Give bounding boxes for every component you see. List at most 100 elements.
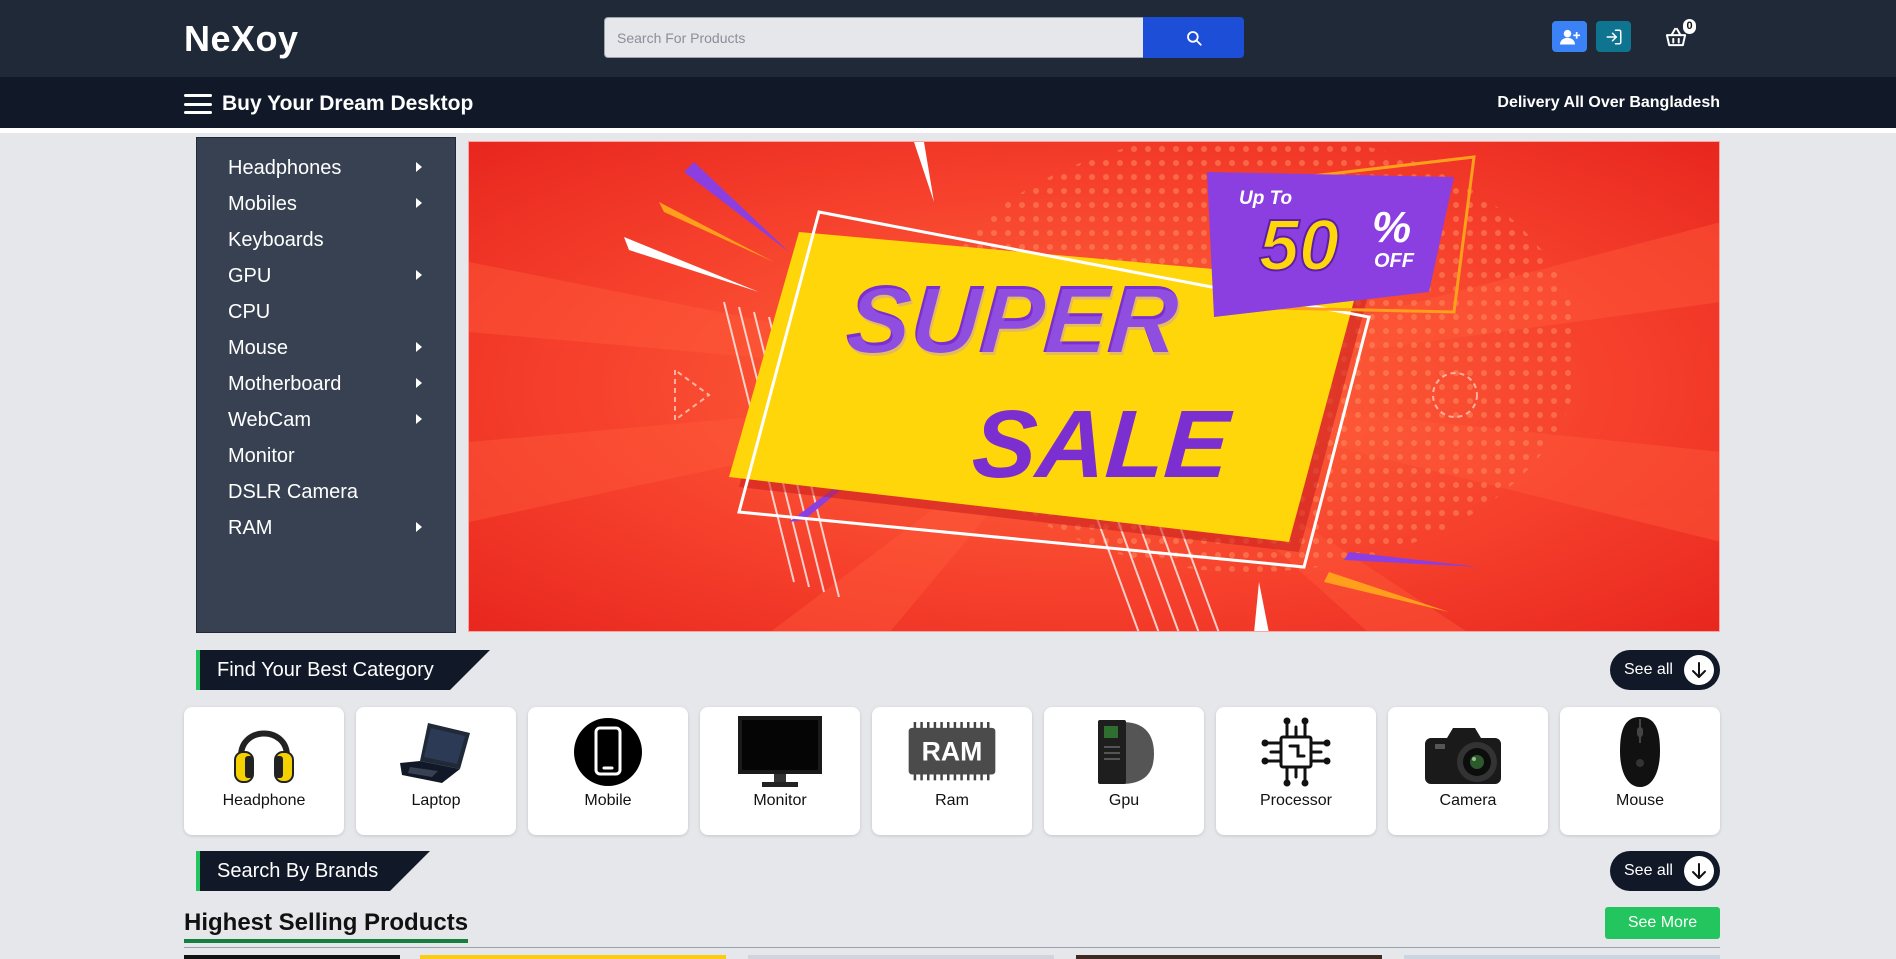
category-label: Processor: [1259, 792, 1333, 809]
banner-line2: SALE: [969, 391, 1235, 498]
sidebar-item-label: Mobiles: [228, 192, 297, 215]
sidebar-item-label: Keyboards: [228, 228, 324, 251]
sidebar-item-ram[interactable]: RAM: [197, 510, 455, 546]
caret-right-icon: [416, 414, 422, 424]
category-label: Laptop: [411, 792, 461, 809]
see-all-label: See all: [1624, 862, 1673, 879]
sidebar-item-label: GPU: [228, 264, 272, 287]
sidebar-item-keyboards[interactable]: Keyboards: [197, 222, 455, 258]
user-plus-icon: [1559, 29, 1580, 44]
category-label: Camera: [1439, 792, 1497, 809]
product-card-peek: [748, 955, 1054, 959]
category-label: Mouse: [1615, 792, 1665, 809]
sidebar-item-monitor[interactable]: Monitor: [197, 438, 455, 474]
promo-banner[interactable]: SUPER SUPER SALE Up To 50 % OFF: [468, 141, 1720, 632]
sidebar-item-label: DSLR Camera: [228, 480, 359, 503]
sidebar-item-motherboard[interactable]: Motherboard: [197, 366, 455, 402]
login-icon: [1606, 29, 1621, 44]
category-card-mouse[interactable]: Mouse: [1560, 707, 1720, 835]
product-card-peek: [1076, 955, 1382, 959]
search-icon: [1186, 30, 1202, 46]
monitor-icon: [735, 714, 825, 790]
search-bar: [604, 17, 1244, 58]
sidebar-item-headphones[interactable]: Headphones: [197, 150, 455, 186]
gpu-icon: [1079, 714, 1169, 790]
category-card-mobile[interactable]: Mobile: [528, 707, 688, 835]
product-card-peek: [184, 955, 400, 959]
brands-section-header: Search By Brands: [196, 851, 430, 891]
sidebar-item-label: Motherboard: [228, 372, 342, 395]
navbar-title: Buy Your Dream Desktop: [222, 92, 474, 115]
cart-button[interactable]: 0: [1658, 19, 1696, 52]
caret-right-icon: [416, 522, 422, 532]
see-more-button[interactable]: See More: [1605, 907, 1720, 939]
brands-see-all-button[interactable]: See all: [1610, 851, 1720, 891]
sidebar-item-label: CPU: [228, 300, 271, 323]
cart-count-badge: 0: [1683, 19, 1696, 34]
search-input[interactable]: [604, 17, 1143, 58]
svg-text:SUPER: SUPER: [845, 269, 1183, 376]
category-card-gpu[interactable]: Gpu: [1044, 707, 1204, 835]
ram-icon-text: RAM: [922, 736, 983, 766]
sidebar-item-label: Mouse: [228, 336, 289, 359]
sidebar-item-cpu[interactable]: CPU: [197, 294, 455, 330]
sidebar-item-label: Monitor: [228, 444, 295, 467]
category-label: Mobile: [584, 792, 632, 809]
brands-section-title: Search By Brands: [196, 851, 430, 891]
category-label: Monitor: [753, 792, 807, 809]
header-actions: 0: [1552, 19, 1696, 52]
sidebar-item-dslr-camera[interactable]: DSLR Camera: [197, 474, 455, 510]
category-label: Gpu: [1108, 792, 1140, 809]
category-section-title: Find Your Best Category: [196, 650, 490, 690]
top-header: NeXoy 0: [0, 0, 1896, 77]
badge-off: OFF: [1374, 250, 1415, 272]
section-divider: [184, 947, 1720, 948]
category-navbar: Buy Your Dream Desktop Delivery All Over…: [0, 77, 1896, 133]
register-button[interactable]: [1552, 21, 1587, 52]
category-label: Headphone: [222, 792, 306, 809]
category-sidebar: Headphones Mobiles Keyboards GPU CPU Mou…: [196, 137, 456, 633]
sidebar-item-mouse[interactable]: Mouse: [197, 330, 455, 366]
category-card-ram[interactable]: RAM Ram: [872, 707, 1032, 835]
product-card-peek: [1404, 955, 1720, 959]
arrow-down-icon: [1684, 655, 1714, 685]
sidebar-item-webcam[interactable]: WebCam: [197, 402, 455, 438]
badge-percent-sign: %: [1372, 203, 1411, 252]
login-button[interactable]: [1596, 21, 1631, 52]
see-all-label: See all: [1624, 661, 1673, 678]
laptop-icon: [391, 714, 481, 790]
sidebar-item-label: Headphones: [228, 156, 342, 179]
search-button[interactable]: [1143, 17, 1244, 58]
category-card-processor[interactable]: Processor: [1216, 707, 1376, 835]
mouse-icon: [1595, 714, 1685, 790]
sidebar-item-label: RAM: [228, 516, 273, 539]
caret-right-icon: [416, 198, 422, 208]
mobile-icon: [563, 714, 653, 790]
caret-right-icon: [416, 342, 422, 352]
category-card-headphone[interactable]: Headphone: [184, 707, 344, 835]
caret-right-icon: [416, 270, 422, 280]
category-card-laptop[interactable]: Laptop: [356, 707, 516, 835]
category-card-camera[interactable]: Camera: [1388, 707, 1548, 835]
processor-icon: [1251, 714, 1341, 790]
caret-right-icon: [416, 162, 422, 172]
category-grid: Headphone Laptop Mobile Monitor RAM Ram …: [184, 707, 1720, 835]
caret-right-icon: [416, 378, 422, 388]
arrow-down-icon: [1684, 856, 1714, 886]
menu-hamburger-icon[interactable]: [184, 94, 212, 114]
sidebar-item-mobiles[interactable]: Mobiles: [197, 186, 455, 222]
category-label: Ram: [935, 792, 969, 809]
ram-icon: RAM: [907, 714, 997, 790]
product-card-peek: [420, 955, 726, 959]
sidebar-item-gpu[interactable]: GPU: [197, 258, 455, 294]
category-see-all-button[interactable]: See all: [1610, 650, 1720, 690]
delivery-notice: Delivery All Over Bangladesh: [1497, 94, 1720, 111]
category-section-header: Find Your Best Category: [196, 650, 490, 690]
badge-percent: 50: [1259, 206, 1339, 286]
products-section-title: Highest Selling Products: [184, 909, 469, 943]
sidebar-item-label: WebCam: [228, 408, 311, 431]
camera-icon: [1423, 714, 1513, 790]
headphone-icon: [219, 714, 309, 790]
site-logo[interactable]: NeXoy: [184, 18, 299, 60]
category-card-monitor[interactable]: Monitor: [700, 707, 860, 835]
